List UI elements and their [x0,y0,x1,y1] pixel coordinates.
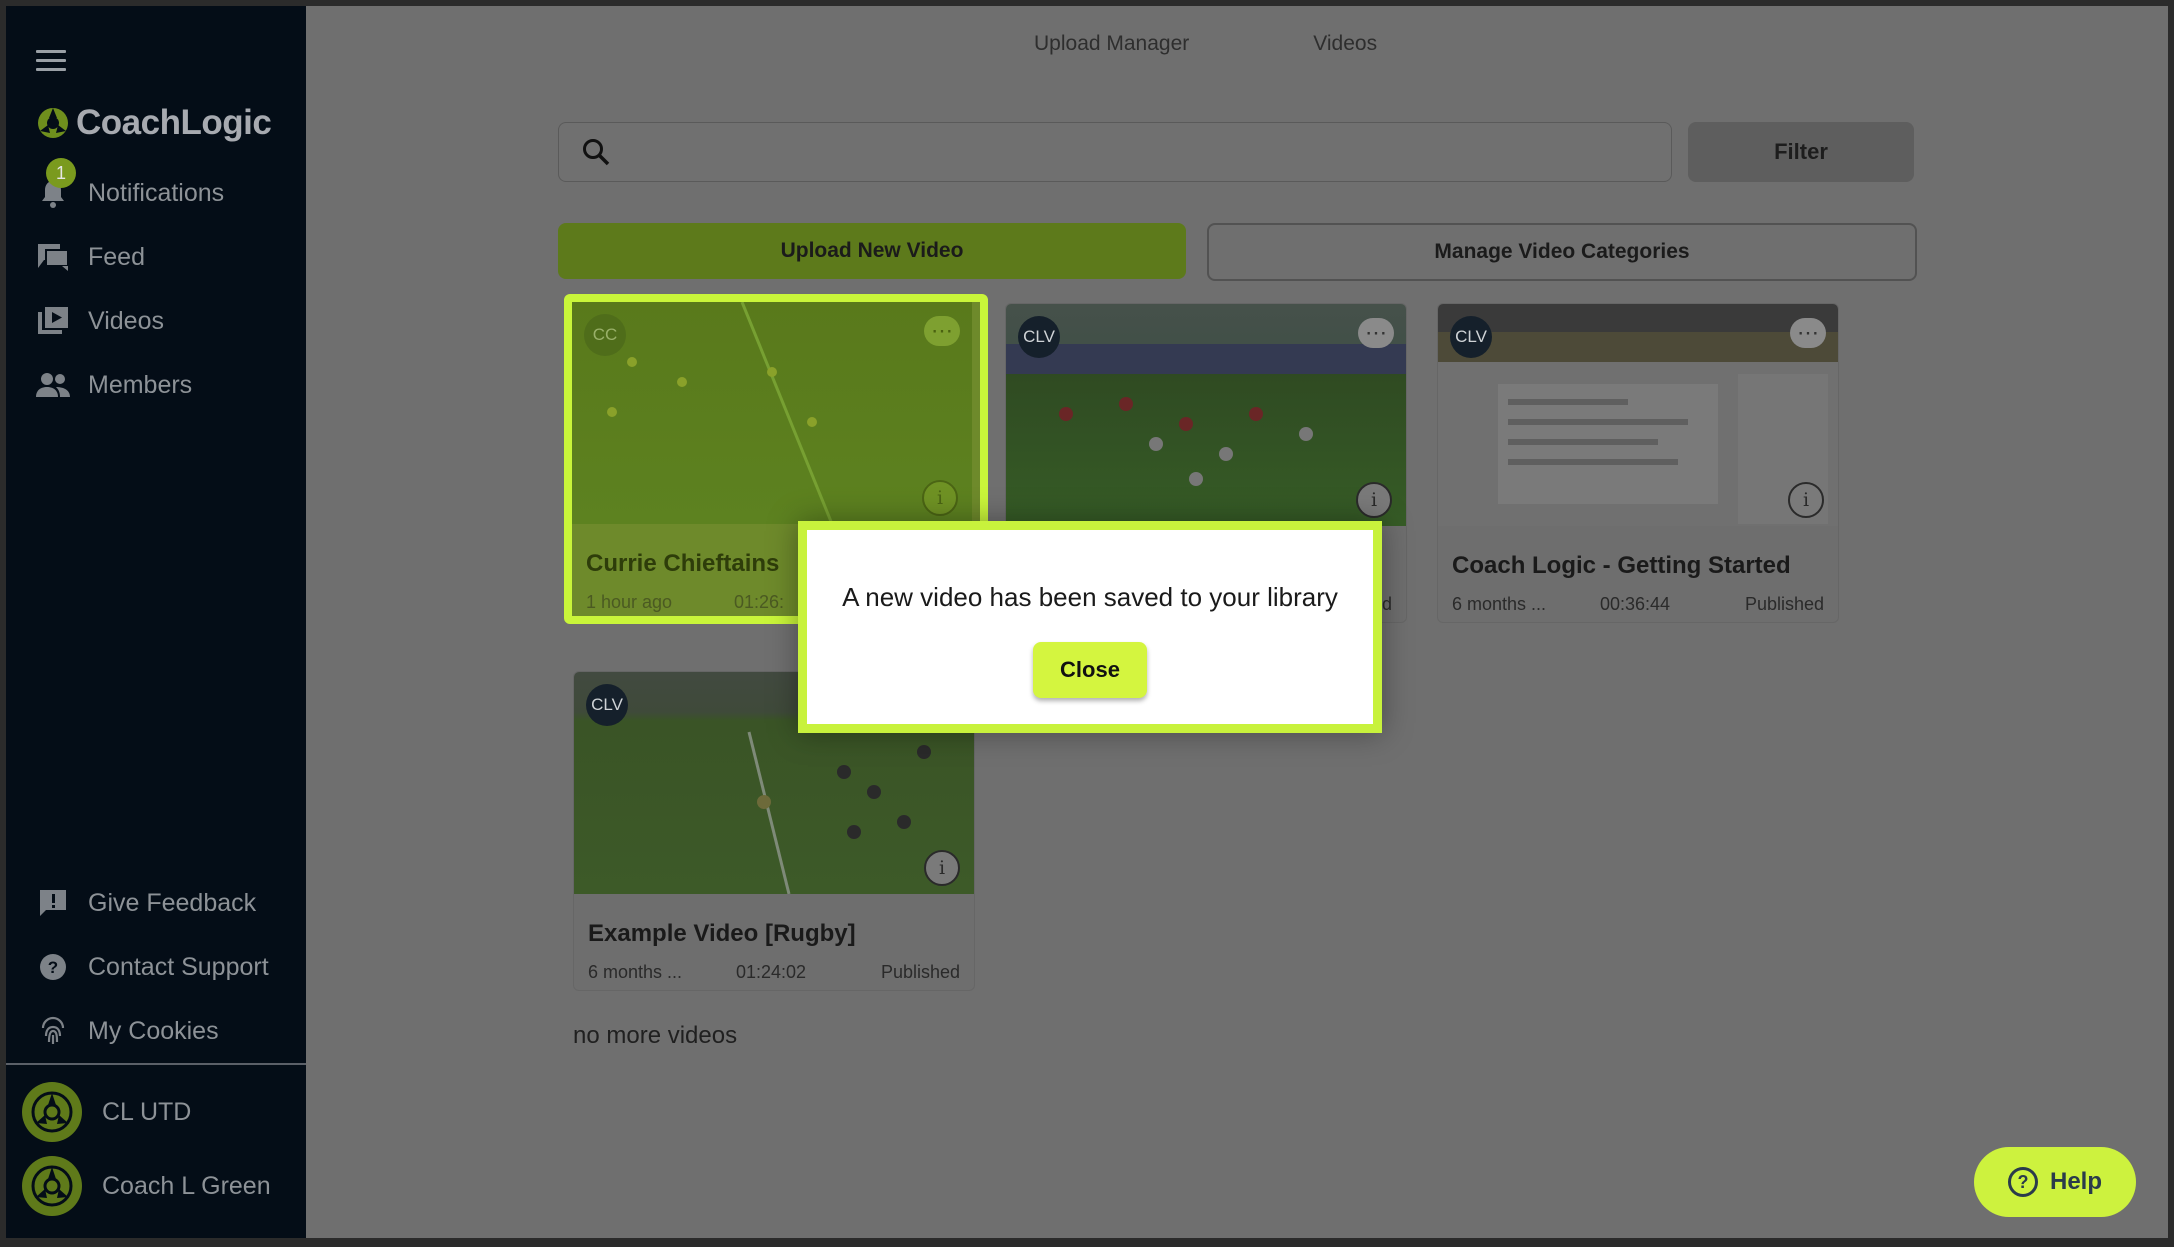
info-icon[interactable]: i [1788,482,1824,518]
chat-icon [36,240,70,274]
uploader-avatar: CLV [1450,316,1492,358]
no-more-videos-text: no more videos [573,1022,738,1049]
video-duration: 01:24:02 [736,962,807,982]
avatar [22,1156,82,1216]
video-thumbnail[interactable]: CLV ⋯ i [1006,304,1406,526]
sidebar-item-members[interactable]: Members [36,363,192,407]
help-circle-icon: ? [36,950,70,984]
search-icon [583,139,610,166]
logo-mark-icon [38,108,68,138]
more-options-icon[interactable]: ⋯ [1358,318,1394,348]
sidebar-item-label: Contact Support [88,952,269,981]
video-title: Currie Chieftains [586,550,780,577]
sidebar-item-label: Members [88,370,193,399]
profile-coach-l-green[interactable]: Coach L Green [22,1154,271,1218]
sidebar-item-videos[interactable]: Videos [36,299,164,343]
svg-text:?: ? [48,958,58,977]
sidebar: CoachLogic 1 Notifications Feed Videos M… [6,6,306,1238]
info-icon[interactable]: i [922,480,958,516]
video-thumbnail[interactable]: CLV ⋯ i [1438,304,1838,526]
video-time: 6 months ... [1452,594,1547,614]
video-title: Coach Logic - Getting Started [1452,552,1791,579]
upload-new-video-button[interactable]: Upload New Video [558,223,1186,279]
notification-badge: 1 [46,158,76,188]
sidebar-item-give-feedback[interactable]: Give Feedback [36,881,256,925]
sidebar-item-label: Give Feedback [88,888,257,917]
help-button[interactable]: ? Help [1974,1147,2136,1217]
close-button[interactable]: Close [1033,642,1147,698]
video-time: 1 hour ago [586,592,673,612]
video-status: Published [880,962,960,982]
sidebar-item-feed[interactable]: Feed [36,235,145,279]
sidebar-item-my-cookies[interactable]: My Cookies [36,1009,219,1053]
video-card-getting-started[interactable]: CLV ⋯ i Coach Logic - Getting Started 6 … [1437,303,1839,623]
video-duration: 01:26: [734,592,785,612]
tab-upload-manager[interactable]: Upload Manager [1034,32,1189,56]
manage-video-categories-button[interactable]: Manage Video Categories [1207,223,1917,281]
video-title: Example Video [Rugby] [588,920,856,947]
help-icon: ? [2007,1167,2038,1197]
sidebar-item-label: Feed [88,242,145,271]
sidebar-item-label: Videos [88,306,164,335]
filter-button[interactable]: Filter [1688,122,1914,182]
sidebar-item-label: My Cookies [88,1016,219,1045]
sidebar-item-label: Notifications [88,178,225,207]
menu-icon[interactable] [36,50,66,74]
avatar [22,1082,82,1142]
info-icon[interactable]: i [1356,482,1392,518]
more-options-icon[interactable]: ⋯ [1790,318,1826,348]
profile-name: Coach L Green [102,1171,271,1200]
search-input[interactable] [558,122,1672,182]
uploader-avatar: CC [584,314,626,356]
profile-name: CL UTD [102,1097,192,1126]
people-icon [36,368,70,402]
app-name: CoachLogic [76,103,272,142]
video-time: 6 months ... [588,962,683,982]
coachlogic-logo: CoachLogic [36,101,272,145]
tab-videos[interactable]: Videos [1313,32,1377,56]
top-tabs: Upload Manager Videos [1034,32,1501,56]
video-thumbnail[interactable]: CC ⋯ i [572,302,972,524]
more-options-icon[interactable]: ⋯ [924,316,960,346]
uploader-avatar: CLV [1018,316,1060,358]
profile-cl-utd[interactable]: CL UTD [22,1080,191,1144]
app-window: CoachLogic 1 Notifications Feed Videos M… [6,6,2168,1238]
video-saved-dialog: A new video has been saved to your libra… [798,521,1382,733]
help-label: Help [2049,1168,2102,1195]
video-library-icon [36,304,70,338]
video-status: Published [1744,594,1824,614]
feedback-icon [36,886,70,920]
info-icon[interactable]: i [924,850,960,886]
video-duration: 00:36:44 [1600,594,1671,614]
sidebar-item-contact-support[interactable]: ? Contact Support [36,945,269,989]
sidebar-item-notifications[interactable]: 1 Notifications [36,158,225,215]
fingerprint-icon [36,1014,70,1048]
bell-icon: 1 [36,158,76,210]
dialog-message: A new video has been saved to your libra… [842,582,1338,612]
sidebar-divider [6,1063,306,1065]
uploader-avatar: CLV [586,684,628,726]
